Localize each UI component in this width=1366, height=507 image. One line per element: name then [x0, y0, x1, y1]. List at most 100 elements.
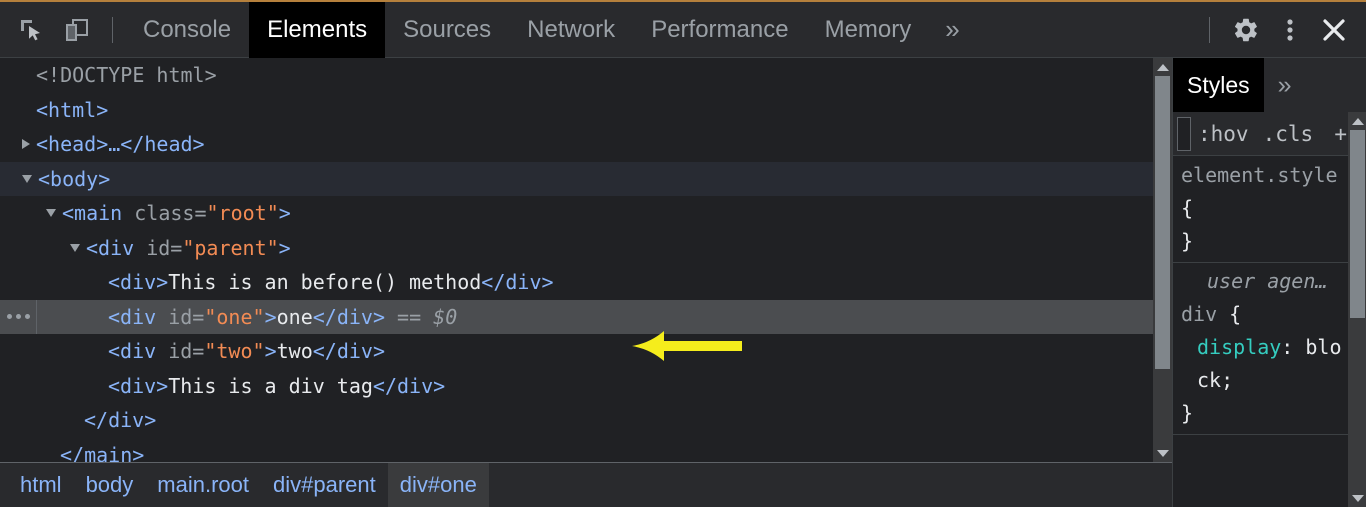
tab-console[interactable]: Console [125, 2, 249, 58]
styles-scrollbar-lower[interactable] [1348, 359, 1366, 507]
dom-node-row[interactable]: <head>…</head> [0, 127, 1153, 162]
device-toolbar-icon[interactable] [54, 2, 100, 58]
node-token-punct: <div [86, 235, 147, 260]
styles-scrollbar-lower-track[interactable] [1348, 359, 1366, 489]
tab-memory[interactable]: Memory [807, 2, 930, 58]
tab-styles[interactable]: Styles [1173, 58, 1264, 112]
dom-node-row[interactable]: <body> [0, 161, 1153, 196]
styles-scroll-down-arrow[interactable] [1348, 489, 1366, 507]
breadcrumb-item-body[interactable]: body [74, 463, 146, 507]
style-rule-selector[interactable]: div [1181, 302, 1217, 326]
toolbar-right-actions [1203, 2, 1366, 58]
chevron-down-icon[interactable] [46, 209, 56, 218]
styles-panel: Styles » :hov .cls + element.style {} use… [1172, 58, 1366, 507]
node-token-punct: </div> [84, 408, 157, 432]
chevron-right-icon[interactable] [22, 139, 30, 150]
node-content: </div> [84, 403, 156, 438]
devtools-window: Console Elements Sources Network Perform… [0, 0, 1366, 507]
breadcrumb-item-main-root[interactable]: main.root [145, 463, 261, 507]
scrollbar-track[interactable] [1153, 76, 1172, 444]
node-content: <head>…</head> [22, 127, 205, 162]
node-token-attr: id= [146, 235, 183, 260]
breadcrumb-item-html[interactable]: html [8, 463, 74, 507]
node-content: <!DOCTYPE html> [36, 58, 217, 93]
style-rule-origin: user agen… [1207, 269, 1328, 293]
breadcrumb: html body main.root div#parent div#one [0, 462, 1172, 507]
tab-elements[interactable]: Elements [249, 1, 386, 58]
gear-icon[interactable] [1224, 2, 1268, 58]
dom-node-row[interactable]: <div> This is an before() method </div> [0, 265, 1153, 300]
kebab-menu-icon[interactable] [1268, 2, 1312, 58]
chevron-down-icon[interactable] [22, 174, 32, 183]
node-content: <div> This is an before() method </div> [108, 265, 554, 300]
new-style-rule-button[interactable]: + [1334, 122, 1348, 146]
scroll-down-arrow[interactable] [1153, 444, 1172, 462]
more-tabs-button[interactable]: » [929, 2, 975, 58]
style-declaration[interactable]: display: block; [1181, 331, 1348, 397]
styles-scroll-up-arrow[interactable] [1348, 112, 1366, 130]
node-token-punct: > [264, 304, 277, 329]
styles-scrollbar-track[interactable] [1348, 130, 1366, 359]
node-token-punct: > [278, 201, 291, 225]
styles-tabbar: Styles » [1173, 58, 1366, 112]
dom-node-row[interactable]: <div id= "two" > two </div> [0, 334, 1153, 369]
styles-rules-list[interactable]: element.style {} user agen… div { display: … [1173, 157, 1348, 507]
dom-node-row[interactable]: <main class= "root" > [0, 196, 1153, 231]
style-open-brace: { [1217, 302, 1242, 326]
dom-node-row[interactable]: <html> [0, 93, 1153, 128]
dom-node-row[interactable]: <div id= "one" > one </div> == $0 [0, 299, 1153, 334]
node-token-attr: class= [134, 201, 207, 225]
toolbar-divider [112, 16, 113, 43]
node-content: <main class= "root" > [46, 196, 291, 231]
dom-tree[interactable]: <!DOCTYPE html> <html> <head>…</head> <body… [0, 58, 1153, 462]
scrollbar-thumb[interactable] [1155, 76, 1170, 369]
node-token-text: two [276, 339, 313, 363]
styles-filter-input[interactable] [1177, 116, 1191, 151]
dom-node-row[interactable]: <!DOCTYPE html> [0, 58, 1153, 93]
style-rule[interactable]: user agen… div {display: block;} [1173, 263, 1348, 435]
node-more-badge[interactable] [0, 299, 37, 334]
styles-scrollbar-thumb[interactable] [1350, 130, 1365, 318]
node-token-punct: <div> [108, 373, 169, 398]
styles-scrollbar-upper[interactable] [1348, 112, 1366, 359]
node-token-punct: <main [62, 201, 135, 225]
node-token-punct: <head>…</head> [36, 132, 205, 156]
node-token-punct: </div> [312, 339, 385, 363]
close-icon[interactable] [1312, 2, 1356, 58]
node-token-punct: <div> [108, 270, 169, 294]
tab-sources[interactable]: Sources [385, 2, 509, 58]
style-colon: : [1281, 335, 1294, 359]
node-token-doctype: <!DOCTYPE html> [36, 63, 217, 87]
node-token-punct: </div> [312, 304, 385, 329]
styles-filter-bar: :hov .cls + [1173, 112, 1348, 156]
dom-tree-scrollbar[interactable] [1153, 58, 1172, 462]
dom-node-row[interactable]: </div> [0, 403, 1153, 438]
node-token-punct: <html> [36, 97, 109, 122]
hov-toggle-button[interactable]: :hov [1191, 122, 1256, 146]
chevron-down-icon[interactable] [70, 243, 80, 252]
dom-node-row[interactable]: <div> This is a div tag </div> [0, 369, 1153, 404]
breadcrumb-item-div-one[interactable]: div#one [387, 463, 489, 507]
node-token-text: one [276, 304, 313, 329]
cls-toggle-button[interactable]: .cls [1256, 122, 1321, 146]
scroll-up-arrow[interactable] [1153, 58, 1172, 76]
style-rule-selector[interactable]: element.style [1181, 163, 1338, 187]
node-token-punct: <body> [38, 166, 111, 191]
breadcrumb-item-div-parent[interactable]: div#parent [261, 463, 388, 507]
styles-more-tabs-button[interactable]: » [1264, 58, 1306, 112]
node-token-punct: </main> [60, 442, 145, 463]
toolbar-divider-right [1209, 16, 1210, 43]
node-token-ref: == $0 [384, 304, 458, 329]
node-token-value: "parent" [182, 235, 279, 260]
node-token-text: This is an before() method [168, 270, 482, 294]
dom-node-row[interactable]: <div id= "parent" > [0, 231, 1153, 266]
dom-node-row[interactable]: </main> [0, 438, 1153, 463]
node-content: </main> [60, 438, 144, 463]
node-content: <div id= "parent" > [70, 231, 291, 266]
style-property-name[interactable]: display [1197, 335, 1281, 359]
inspect-element-icon[interactable] [8, 2, 54, 58]
tab-network[interactable]: Network [509, 2, 633, 58]
tab-performance[interactable]: Performance [633, 2, 806, 58]
elements-panel: <!DOCTYPE html> <html> <head>…</head> <body… [0, 58, 1172, 507]
style-rule[interactable]: element.style {} [1173, 157, 1348, 263]
